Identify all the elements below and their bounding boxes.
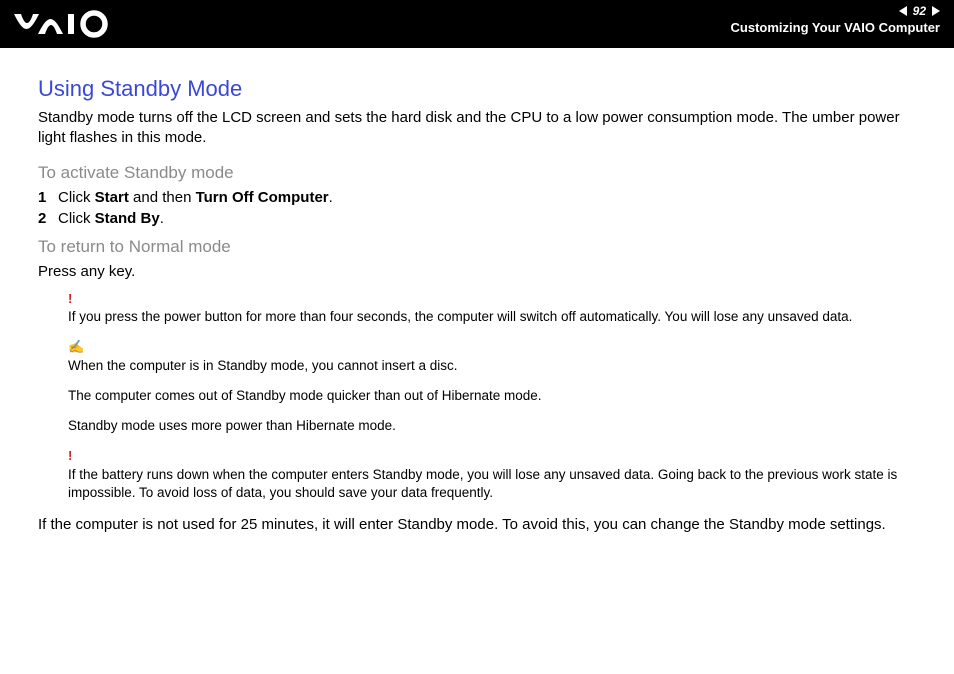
breadcrumb: Customizing Your VAIO Computer <box>731 20 940 36</box>
tip-text-2: The computer comes out of Standby mode q… <box>68 387 916 405</box>
page-content: Using Standby Mode Standby mode turns of… <box>0 48 954 535</box>
prev-page-icon[interactable] <box>899 6 907 16</box>
step-2: 2Click Stand By. <box>38 210 916 227</box>
activate-heading: To activate Standby mode <box>38 163 916 183</box>
vaio-logo <box>14 8 124 40</box>
tip-text-3: Standby mode uses more power than Hibern… <box>68 417 916 435</box>
return-text: Press any key. <box>38 263 916 280</box>
warning-icon: ! <box>68 290 916 308</box>
tip-icon: ✍ <box>68 338 916 356</box>
page-header: 92 Customizing Your VAIO Computer <box>0 0 954 48</box>
page-title: Using Standby Mode <box>38 76 916 102</box>
tip-note: ✍ When the computer is in Standby mode, … <box>38 338 916 435</box>
warning-note-1: ! If you press the power button for more… <box>38 290 916 327</box>
next-page-icon[interactable] <box>932 6 940 16</box>
step-text: Click Start and then Turn Off Computer. <box>58 189 333 206</box>
steps-list: 1Click Start and then Turn Off Computer.… <box>38 189 916 227</box>
step-number: 2 <box>38 210 58 227</box>
step-1: 1Click Start and then Turn Off Computer. <box>38 189 916 206</box>
step-text: Click Stand By. <box>58 210 164 227</box>
warning-note-2: ! If the battery runs down when the comp… <box>38 447 916 502</box>
warning-icon: ! <box>68 447 916 465</box>
step-number: 1 <box>38 189 58 206</box>
warning-text: If you press the power button for more t… <box>68 308 916 326</box>
closing-paragraph: If the computer is not used for 25 minut… <box>38 514 916 535</box>
warning-text: If the battery runs down when the comput… <box>68 466 916 502</box>
tip-text-1: When the computer is in Standby mode, yo… <box>68 357 916 375</box>
header-right: 92 Customizing Your VAIO Computer <box>731 4 940 36</box>
page-number: 92 <box>913 4 926 18</box>
intro-paragraph: Standby mode turns off the LCD screen an… <box>38 108 916 149</box>
page-nav: 92 <box>731 4 940 18</box>
return-heading: To return to Normal mode <box>38 237 916 257</box>
